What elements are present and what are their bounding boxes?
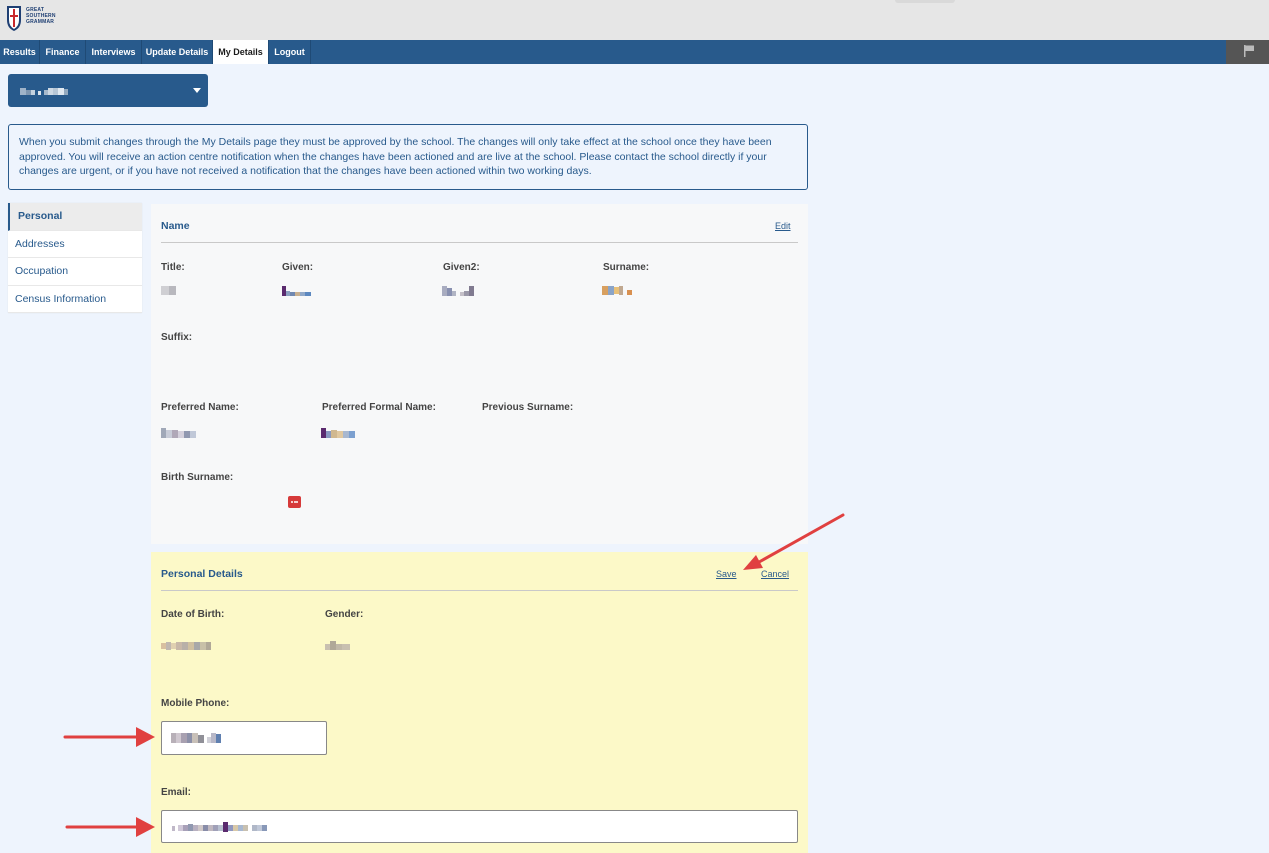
details-sidebar: Personal Addresses Occupation Census Inf… (8, 203, 142, 313)
suffix-label: Suffix: (161, 332, 193, 343)
birth-surname-label: Birth Surname: (161, 472, 234, 483)
chevron-down-icon (193, 88, 201, 93)
tab-my-details[interactable]: My Details (213, 40, 269, 64)
email-label: Email: (161, 787, 192, 798)
divider (161, 590, 798, 591)
top-bar: GREAT SOUTHERN GRAMMAR (0, 0, 1269, 40)
top-decoration (895, 0, 955, 3)
student-selector[interactable] (8, 74, 208, 107)
tab-logout[interactable]: Logout (269, 40, 311, 64)
redacted-title-value (161, 286, 176, 295)
main-nav: Results Finance Interviews Update Detail… (0, 40, 1269, 64)
given2-label: Given2: (443, 262, 480, 273)
save-link[interactable]: Save (716, 569, 737, 579)
redacted-preferred-formal-name-value (321, 428, 355, 438)
school-logo[interactable]: GREAT SOUTHERN GRAMMAR (5, 4, 56, 32)
redacted-email-value (172, 822, 267, 832)
more-options-icon[interactable] (288, 496, 301, 508)
redacted-surname-value (602, 286, 632, 295)
tab-finance[interactable]: Finance (40, 40, 86, 64)
preferred-name-label: Preferred Name: (161, 402, 239, 413)
shield-icon (7, 6, 21, 31)
cancel-link[interactable]: Cancel (761, 569, 789, 579)
redacted-date-of-birth-value (161, 642, 211, 650)
sidebar-item-occupation[interactable]: Occupation (8, 258, 142, 286)
tab-results[interactable]: Results (0, 40, 40, 64)
given-label: Given: (282, 262, 314, 273)
redacted-preferred-name-value (161, 428, 196, 438)
flag-icon (1244, 45, 1254, 57)
email-input[interactable] (161, 810, 798, 843)
surname-label: Surname: (603, 262, 650, 273)
sidebar-item-personal[interactable]: Personal (8, 203, 142, 231)
flag-button[interactable] (1226, 40, 1269, 64)
date-of-birth-label: Date of Birth: (161, 609, 225, 620)
mobile-phone-input[interactable] (161, 721, 327, 755)
redacted-given-value (282, 286, 311, 296)
sidebar-item-census-information[interactable]: Census Information (8, 286, 142, 313)
redacted-student-name (20, 87, 68, 95)
previous-surname-label: Previous Surname: (482, 402, 574, 413)
tab-interviews[interactable]: Interviews (86, 40, 142, 64)
edit-name-link[interactable]: Edit (775, 221, 791, 231)
gender-label: Gender: (325, 609, 364, 620)
sidebar-item-addresses[interactable]: Addresses (8, 231, 142, 258)
name-card: Name Edit Title: Given: Given2: Surname:… (151, 204, 808, 544)
preferred-formal-name-label: Preferred Formal Name: (322, 402, 436, 413)
redacted-given2-value (442, 286, 474, 296)
title-label: Title: (161, 262, 185, 273)
personal-details-card: Personal Details Save Cancel Date of Bir… (151, 552, 808, 853)
redacted-gender-value (325, 641, 350, 650)
name-card-title: Name (161, 220, 190, 232)
logo-text: GREAT SOUTHERN GRAMMAR (26, 7, 56, 25)
mobile-phone-label: Mobile Phone: (161, 698, 230, 709)
divider (161, 242, 798, 243)
approval-notice: When you submit changes through the My D… (8, 124, 808, 190)
personal-details-title: Personal Details (161, 568, 243, 580)
redacted-mobile-value (171, 733, 221, 743)
tab-update-details[interactable]: Update Details (142, 40, 213, 64)
